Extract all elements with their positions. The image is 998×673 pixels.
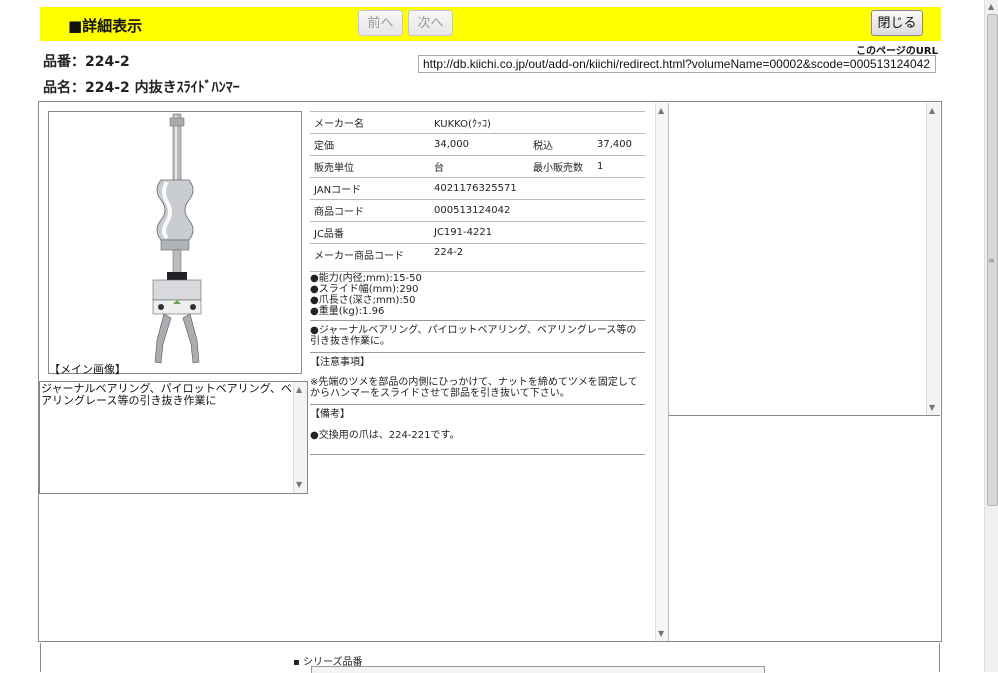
product-number-value: 224-2 — [85, 54, 130, 70]
spec-value: JC191-4221 — [430, 221, 645, 244]
main-image-frame: 【メイン画像】 — [48, 111, 302, 376]
caution-heading: 【注意事項】 — [310, 357, 370, 368]
description-text: ジャーナルベアリング、パイロットベアリング、ベアリングレース等の引き抜き作業に — [41, 382, 292, 407]
product-name: 品名：224-2 内抜きｽﾗｲﾄﾞﾊﾝﾏｰ — [43, 77, 240, 97]
spec-table: メーカー名 KUKKO(ｸｯｺ) 定価 34,000 税込 37,400 販売単… — [310, 111, 645, 272]
prev-button[interactable]: 前へ — [358, 10, 403, 36]
spec-label: JC品番 — [310, 221, 430, 244]
spec-label: JANコード — [310, 177, 430, 200]
spec-value: 1 — [593, 155, 645, 178]
usage-text: ●ジャーナルベアリング、パイロットベアリング、ベアリングレース等の引き抜き作業に… — [310, 325, 637, 347]
description-scrollbar[interactable]: ▲ ▼ — [293, 382, 307, 493]
divider — [310, 404, 645, 405]
series-section: ▪ シリーズ品番 — [40, 643, 940, 673]
table-row: メーカー商品コード 224-2 — [310, 243, 645, 272]
spec-label: 税込 — [529, 133, 593, 156]
table-row: 定価 34,000 税込 37,400 — [310, 133, 645, 156]
remarks-heading: 【備考】 — [310, 409, 350, 420]
product-name-label: 品名： — [43, 80, 85, 96]
table-row: 商品コード 000513124042 — [310, 199, 645, 222]
divider — [668, 416, 669, 641]
page-url-field[interactable]: http://db.kiichi.co.jp/out/add-on/kiichi… — [418, 55, 936, 73]
main-image-caption: 【メイン画像】 — [49, 363, 126, 376]
bullet-icon: ▪ — [293, 657, 300, 668]
spec-label: 販売単位 — [310, 155, 430, 178]
spec-label: メーカー商品コード — [310, 243, 430, 272]
next-button[interactable]: 次へ — [408, 10, 453, 36]
spec-bullets: ●能力(内径;mm):15-50 ●スライド幅(mm):290 ●爪長さ(深さ;… — [310, 273, 645, 317]
spec-bullet: ●重量(kg):1.96 — [310, 306, 385, 317]
spec-value: 000513124042 — [430, 199, 645, 222]
spec-value: KUKKO(ｸｯｺ) — [430, 111, 645, 134]
header-bar: ■詳細表示 前へ 次へ 閉じる — [40, 7, 941, 41]
table-row: メーカー名 KUKKO(ｸｯｺ) — [310, 111, 645, 134]
right-scrollbar[interactable]: ▲ ▼ — [926, 103, 940, 415]
scroll-down-icon[interactable]: ▼ — [929, 403, 935, 412]
spec-bullet: ●爪長さ(深さ;mm):50 — [310, 295, 416, 306]
page-title: ■詳細表示 — [68, 17, 143, 35]
scroll-up-icon[interactable]: ▲ — [296, 384, 302, 396]
grip-icon: ≡ — [988, 256, 995, 265]
divider — [310, 352, 645, 353]
spec-value: 34,000 — [430, 133, 529, 156]
description-textarea[interactable]: ジャーナルベアリング、パイロットベアリング、ベアリングレース等の引き抜き作業に … — [39, 381, 308, 494]
spec-value: 4021176325571 — [430, 177, 645, 200]
table-row: 販売単位 台 最小販売数 1 — [310, 155, 645, 178]
middle-scrollbar[interactable]: ▲ ▼ — [655, 103, 669, 641]
product-number: 品番：224-2 — [43, 51, 130, 71]
spec-value: 37,400 — [593, 133, 645, 156]
caution-text: ※先端のツメを部品の内側にひっかけて、ナットを締めてツメを固定してからハンマーを… — [310, 377, 638, 399]
right-column: ▲ ▼ — [668, 103, 940, 416]
spec-label: 定価 — [310, 133, 430, 156]
window-scrollbar[interactable]: ▲ ≡ — [984, 0, 998, 672]
spec-label: 最小販売数 — [529, 155, 593, 178]
remarks-text: ●交換用の爪は、224-221です。 — [310, 430, 460, 441]
scroll-down-icon[interactable]: ▼ — [296, 479, 302, 491]
spec-bullet: ●能力(内径;mm):15-50 — [310, 273, 422, 284]
close-button[interactable]: 閉じる — [871, 10, 923, 36]
spec-value: 224-2 — [430, 243, 645, 272]
spec-label: メーカー名 — [310, 111, 430, 134]
scroll-up-icon[interactable]: ▲ — [988, 2, 994, 11]
scroll-up-icon[interactable]: ▲ — [929, 106, 935, 115]
product-number-label: 品番： — [43, 54, 85, 70]
table-row: JC品番 JC191-4221 — [310, 221, 645, 244]
divider — [310, 320, 645, 321]
scroll-down-icon[interactable]: ▼ — [658, 629, 664, 638]
slide-hammer-image — [152, 113, 202, 364]
spec-label: 商品コード — [310, 199, 430, 222]
product-name-value: 224-2 内抜きｽﾗｲﾄﾞﾊﾝﾏｰ — [85, 80, 240, 96]
spec-bullet: ●スライド幅(mm):290 — [310, 284, 419, 295]
scroll-up-icon[interactable]: ▲ — [658, 106, 664, 115]
table-row: JANコード 4021176325571 — [310, 177, 645, 200]
divider — [310, 454, 645, 455]
spec-value: 台 — [430, 155, 529, 178]
